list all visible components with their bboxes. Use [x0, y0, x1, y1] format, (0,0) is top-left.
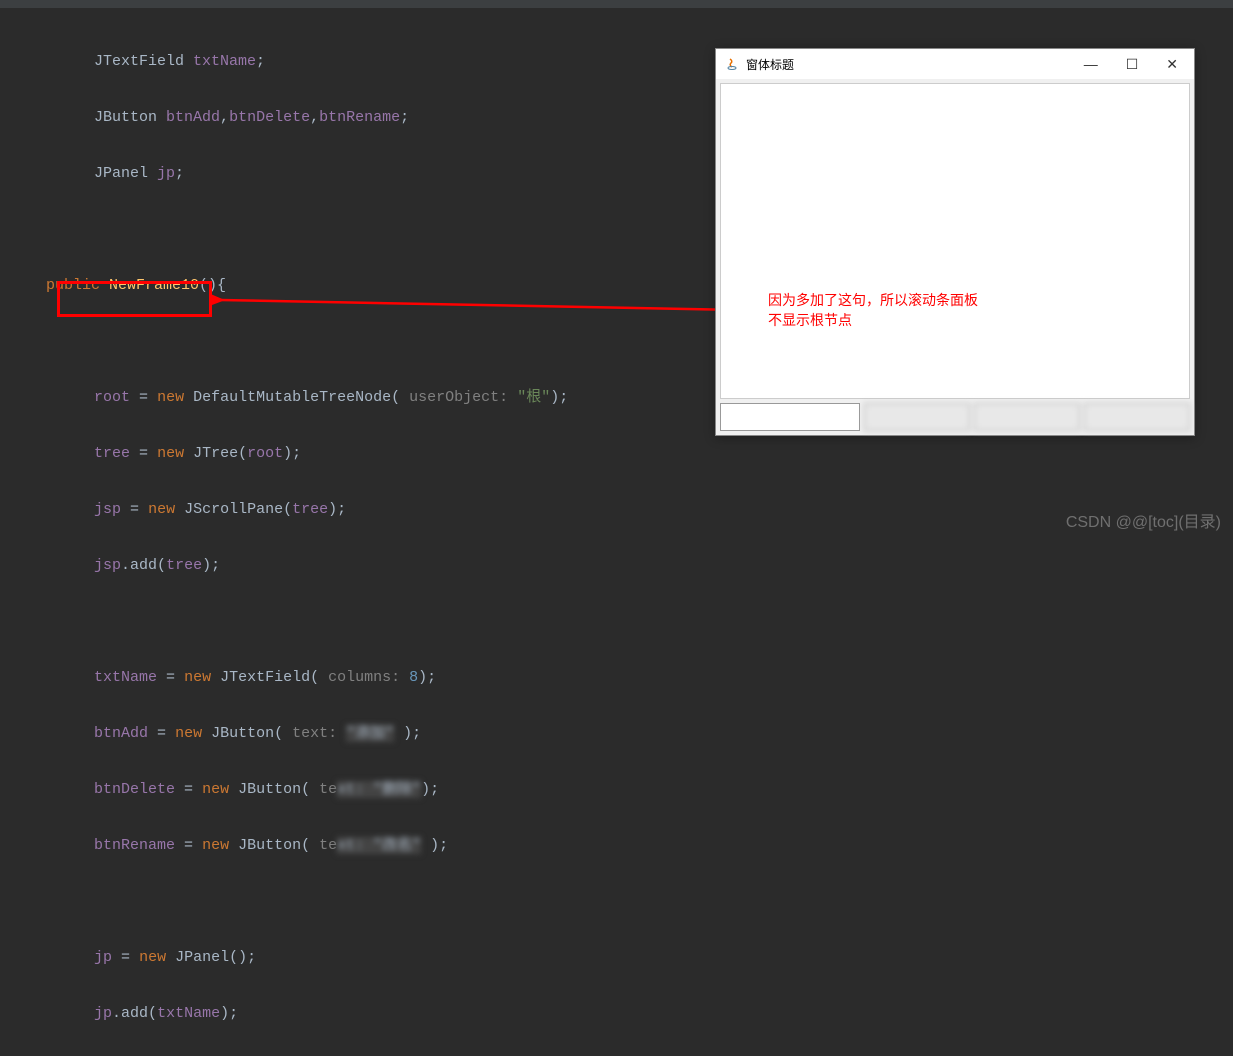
annotation-text: 因为多加了这句，所以滚动条面板 不显示根节点: [768, 290, 978, 330]
code-line: btnDelete = new JButton( text: "删除");: [10, 776, 1233, 804]
code-line: txtName = new JTextField( columns: 8);: [10, 664, 1233, 692]
text-field[interactable]: [720, 403, 860, 431]
scroll-pane-content[interactable]: [720, 83, 1190, 399]
rename-button[interactable]: [1084, 403, 1190, 431]
delete-button[interactable]: [974, 403, 1080, 431]
code-line: btnRename = new JButton( text: "改名" );: [10, 832, 1233, 860]
close-button[interactable]: ✕: [1166, 56, 1178, 73]
minimize-button[interactable]: —: [1084, 56, 1098, 73]
code-line: jp = new JPanel();: [10, 944, 1233, 972]
maximize-button[interactable]: ☐: [1126, 56, 1139, 73]
java-icon: [724, 56, 740, 72]
code-line: jp.add(txtName);: [10, 1000, 1233, 1028]
window-titlebar[interactable]: 窗体标题 — ☐ ✕: [716, 49, 1194, 79]
code-line: [10, 608, 1233, 636]
bottom-panel: [720, 403, 1190, 431]
code-line: jsp = new JScrollPane(tree);: [10, 496, 1233, 524]
code-line: jsp.add(tree);: [10, 552, 1233, 580]
add-button[interactable]: [864, 403, 970, 431]
java-swing-window[interactable]: 窗体标题 — ☐ ✕: [715, 48, 1195, 436]
code-line: btnAdd = new JButton( text: "添加" );: [10, 720, 1233, 748]
window-title: 窗体标题: [746, 56, 794, 73]
watermark: CSDN @@[toc](目录): [1066, 508, 1221, 532]
code-line: [10, 888, 1233, 916]
code-line: tree = new JTree(root);: [10, 440, 1233, 468]
